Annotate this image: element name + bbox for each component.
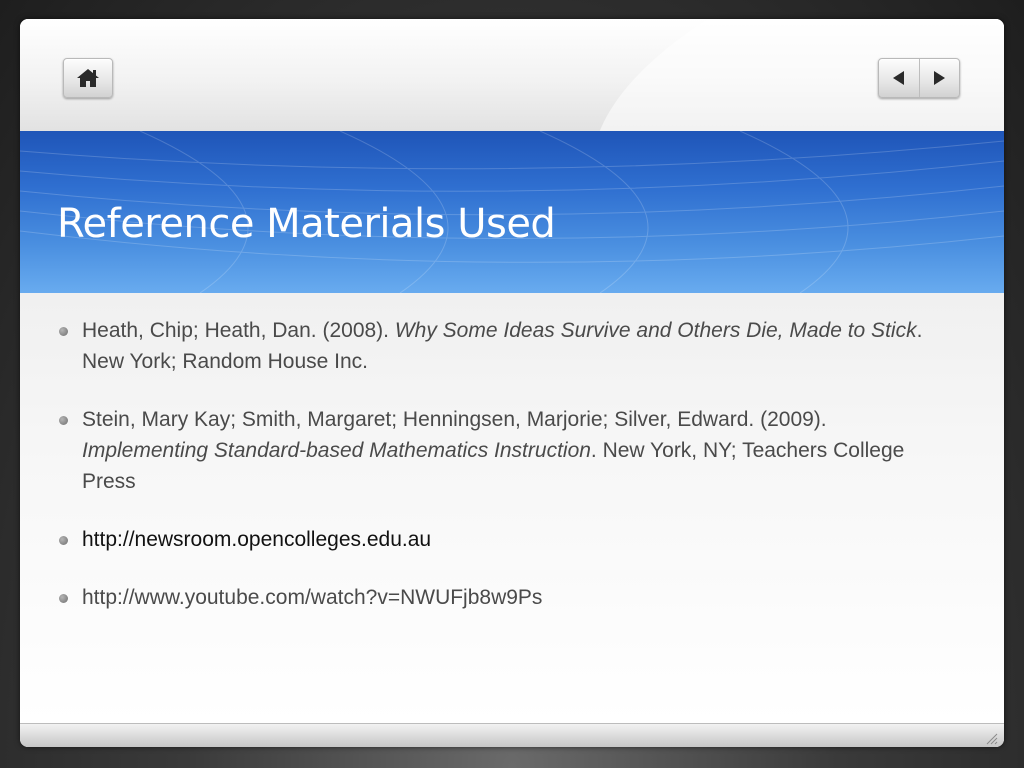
top-toolbar [20,19,1004,131]
reference-authors: Stein, Mary Kay; Smith, Margaret; Hennin… [82,408,827,431]
previous-slide-button[interactable] [879,59,919,97]
home-button[interactable] [63,58,113,98]
reference-book-title: Why Some Ideas Survive and Others Die, M… [394,319,917,342]
reference-book-title: Implementing Standard-based Mathematics … [82,439,591,462]
reference-item: Heath, Chip; Heath, Dan. (2008). Why Som… [56,315,956,377]
slide-title: Reference Materials Used [57,201,556,247]
slide: Reference Materials Used Heath, Chip; He… [20,19,1004,747]
reference-item: Stein, Mary Kay; Smith, Margaret; Hennin… [56,404,956,497]
bullet-icon [59,327,68,336]
next-slide-button[interactable] [918,59,960,97]
bottom-bar [20,723,1004,747]
title-band: Reference Materials Used [20,131,1004,293]
bullet-icon [59,416,68,425]
reference-item: http://www.youtube.com/watch?v=NWUFjb8w9… [56,582,956,613]
reference-list: Heath, Chip; Heath, Dan. (2008). Why Som… [56,315,956,640]
reference-authors: Heath, Chip; Heath, Dan. (2008). [82,319,395,342]
triangle-right-icon [934,71,946,85]
reference-item: http://newsroom.opencolleges.edu.au [56,524,956,555]
slide-nav-buttons [878,58,960,98]
reference-link[interactable]: http://newsroom.opencolleges.edu.au [82,528,431,551]
home-icon [77,69,99,87]
bullet-icon [59,594,68,603]
bullet-icon [59,536,68,545]
resize-grip-icon[interactable] [984,731,998,745]
slide-content: Heath, Chip; Heath, Dan. (2008). Why Som… [20,293,1004,723]
triangle-left-icon [892,71,904,85]
reference-link[interactable]: http://www.youtube.com/watch?v=NWUFjb8w9… [82,586,542,609]
